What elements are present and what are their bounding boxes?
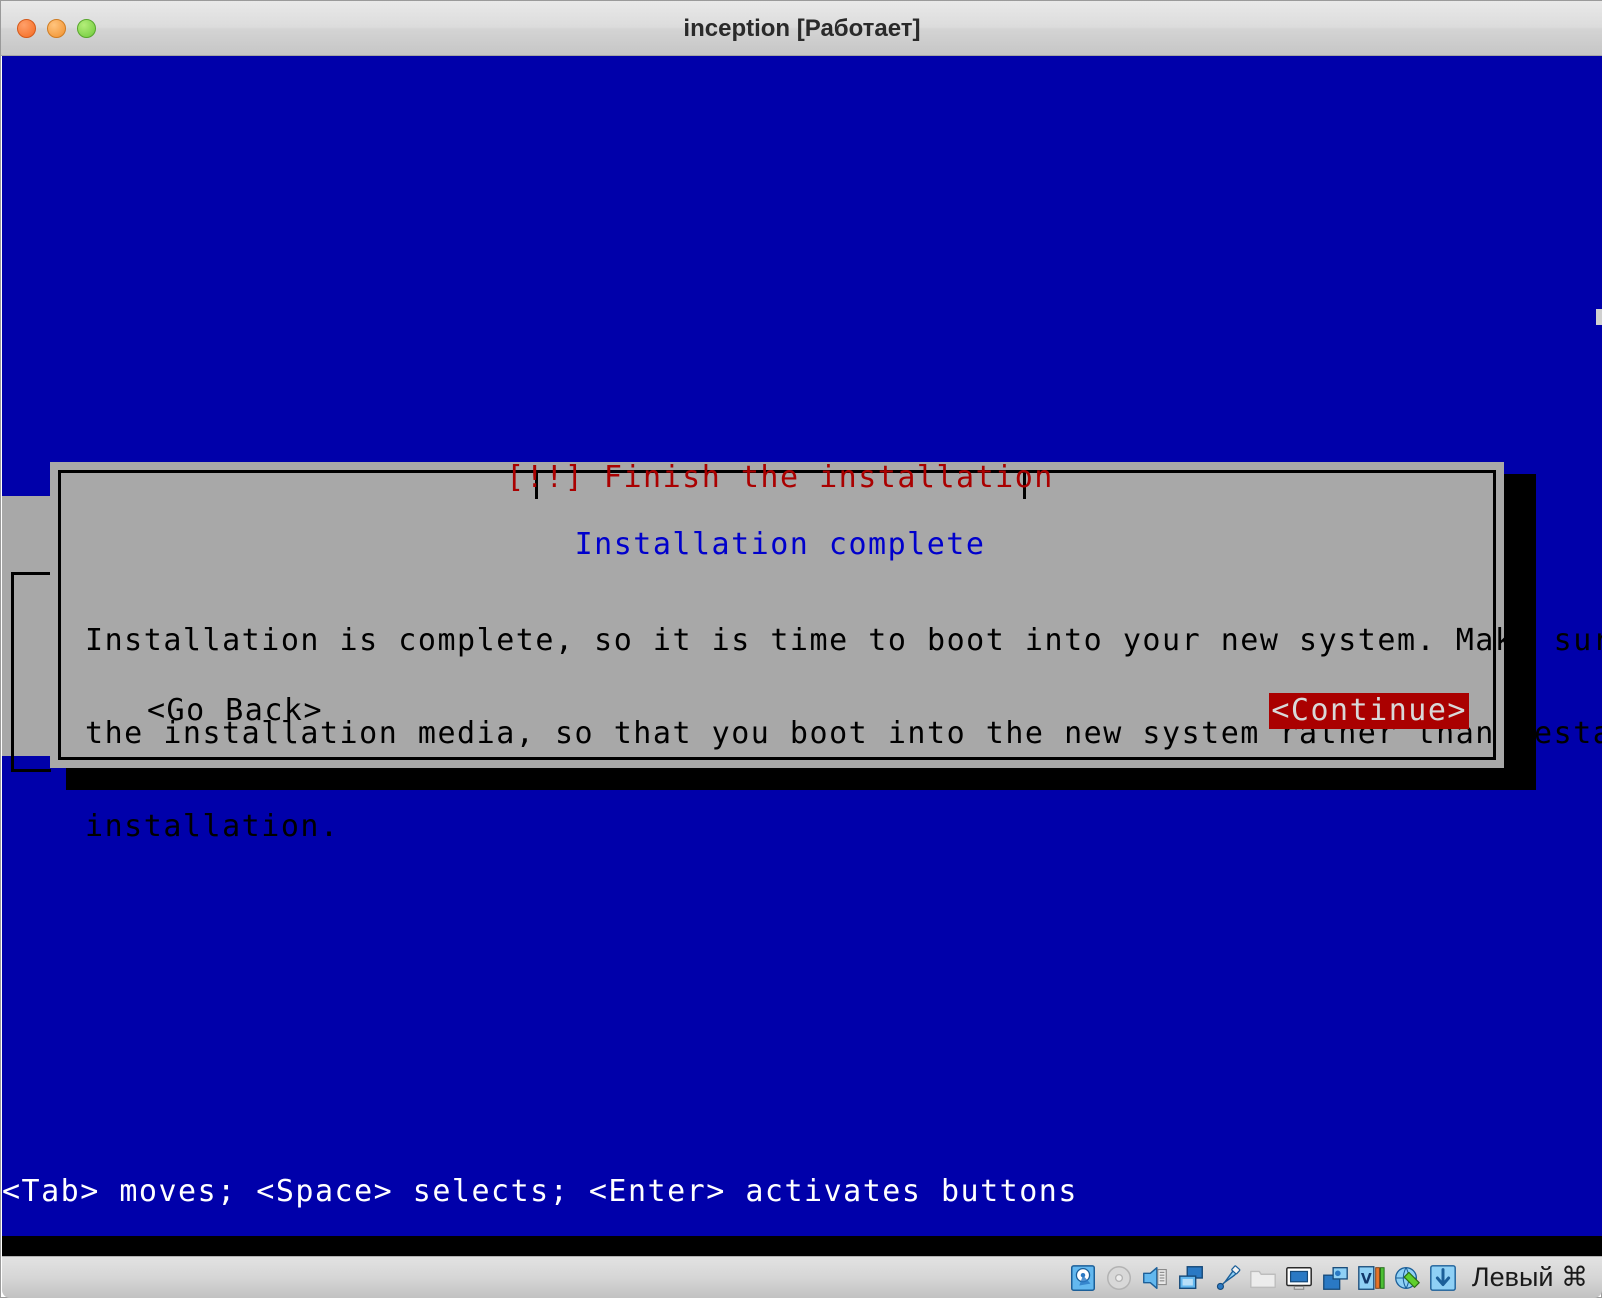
- optical-disk-icon[interactable]: [1104, 1263, 1134, 1293]
- globe-mouse-icon[interactable]: [1392, 1263, 1422, 1293]
- installer-key-hints: <Tab> moves; <Space> selects; <Enter> ac…: [2, 1174, 1078, 1209]
- installer-dialog: [!!] Finish the installation Installatio…: [50, 461, 1602, 842]
- window-titlebar: inception [Работает]: [1, 1, 1602, 56]
- dialog-body-text: Installation is complete, so it is time …: [85, 563, 1602, 904]
- go-back-button[interactable]: <Go Back>: [147, 693, 323, 729]
- background-dialog-edge: [2, 496, 51, 772]
- screen-bottom-strip: [2, 1236, 1602, 1256]
- dialog-heading: Installation complete: [574, 527, 986, 562]
- virtualbox-status-bar: V Левый ⌘: [2, 1256, 1602, 1298]
- dialog-title: [!!] Finish the installation: [506, 460, 1054, 495]
- video-capture-icon[interactable]: [1320, 1263, 1350, 1293]
- host-key-icon[interactable]: [1428, 1263, 1458, 1293]
- vm-screen: [!!] Finish the installation Installatio…: [2, 56, 1602, 1236]
- display-icon[interactable]: [1284, 1263, 1314, 1293]
- dialog-button-row: <Go Back> <Continue>: [61, 693, 1499, 733]
- network-icon[interactable]: [1176, 1263, 1206, 1293]
- floppy-disk-icon[interactable]: [1140, 1263, 1170, 1293]
- host-key-label: Левый ⌘: [1471, 1262, 1588, 1292]
- background-dialog-border: [11, 572, 51, 772]
- continue-button[interactable]: <Continue>: [1269, 693, 1469, 729]
- screen-edge-notch: [1596, 309, 1602, 325]
- svg-text:V: V: [1361, 1271, 1372, 1287]
- body-line-3: installation.: [85, 809, 340, 844]
- shared-folder-icon[interactable]: [1248, 1263, 1278, 1293]
- cpu-load-icon[interactable]: V: [1356, 1263, 1386, 1293]
- usb-icon[interactable]: [1212, 1263, 1242, 1293]
- hard-disk-icon[interactable]: [1068, 1263, 1098, 1293]
- virtualbox-window: inception [Работает] [!!] Finish the ins…: [0, 0, 1602, 1298]
- installer-dialog-frame: [!!] Finish the installation Installatio…: [58, 461, 1602, 842]
- body-line-1: Installation is complete, so it is time …: [85, 623, 1602, 658]
- window-title: inception [Работает]: [683, 15, 921, 42]
